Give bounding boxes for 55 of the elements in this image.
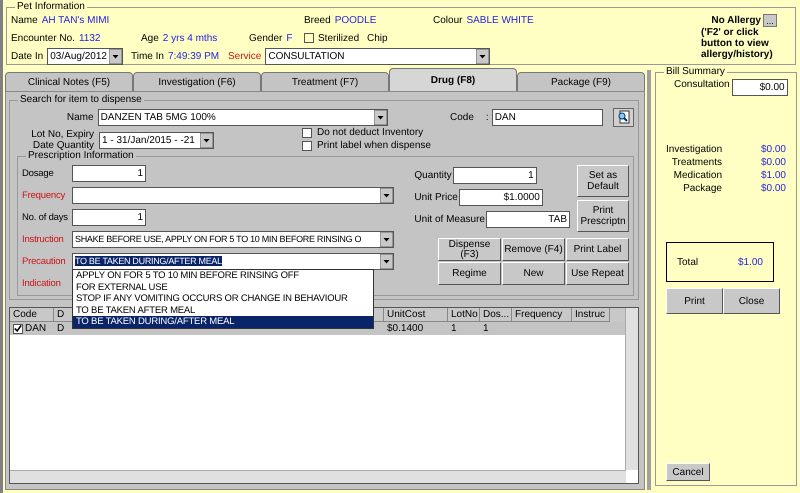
field-label: Service [228, 50, 262, 62]
total-label: Total [677, 256, 698, 268]
panel-title: Pet Information [15, 1, 87, 12]
field-value: POODLE [334, 14, 376, 26]
field-label: No. of days [22, 212, 69, 222]
field-label: Colour [433, 14, 462, 26]
field-value: AH TAN's MIMI [42, 14, 110, 26]
field-label: Quantity [414, 170, 452, 181]
panel-title: Search for item to dispense [18, 94, 144, 105]
total-amount: $1.00 [738, 256, 763, 268]
field-label: Frequency [22, 190, 66, 200]
field-label: Time In [131, 50, 164, 62]
field-label: Breed [304, 14, 331, 26]
table-cell: 1 [451, 323, 457, 334]
table-cell: 1 [483, 323, 489, 334]
field-label: Encounter No. [11, 32, 75, 44]
bill-amount: $1.00 [760, 170, 786, 181]
panel-title: Prescription Information [26, 150, 136, 161]
field-label: Date In [11, 50, 44, 62]
bill-label: Investigation [666, 144, 722, 155]
bill-label: Medication [672, 170, 722, 181]
separator-text: : [486, 112, 489, 122]
field-value: 2 yrs 4 mths [162, 32, 218, 44]
field-label: Chip [367, 32, 388, 44]
field-label: Consultation [674, 79, 730, 90]
field-label: Lot No, Expiry Date Quantity [31, 129, 94, 151]
panel-title: Bill Summary [664, 66, 727, 77]
field-label: Name [11, 14, 38, 26]
field-label: Indication [22, 278, 62, 288]
allergy-status: No Allergy [711, 15, 761, 26]
checkbox-label: Do not deduct Inventory [317, 127, 424, 138]
table-cell: $0.1400 [387, 323, 424, 334]
field-label: Unit of Measure [414, 214, 485, 225]
table-cell: D [57, 323, 64, 334]
bill-amount: $0.00 [760, 157, 786, 168]
field-value: 7:49:39 PM [168, 50, 220, 62]
field-label: Age [141, 32, 159, 44]
bill-amount: $0.00 [760, 183, 786, 194]
field-label: Precaution [22, 256, 66, 266]
field-value: F [286, 32, 292, 44]
field-label: Instruction [22, 234, 65, 244]
field-value: SABLE WHITE [466, 14, 534, 26]
field-label: Unit Price [414, 192, 458, 203]
bill-label: Package [682, 183, 722, 194]
field-label: Name [66, 112, 94, 122]
field-value: 1132 [78, 32, 100, 44]
field-label: Dosage [22, 168, 55, 178]
field-label: Gender [249, 32, 282, 44]
bill-amount: $0.00 [760, 144, 786, 155]
table-cell: DAN [25, 323, 46, 334]
checkbox-label: Sterilized [318, 32, 360, 44]
allergy-hint: ('F2' or click button to view allergy/history) [701, 27, 774, 60]
checkbox-label: Print label when dispense [317, 140, 431, 151]
field-label: Code [450, 112, 474, 122]
bill-label: Treatments [670, 157, 722, 168]
